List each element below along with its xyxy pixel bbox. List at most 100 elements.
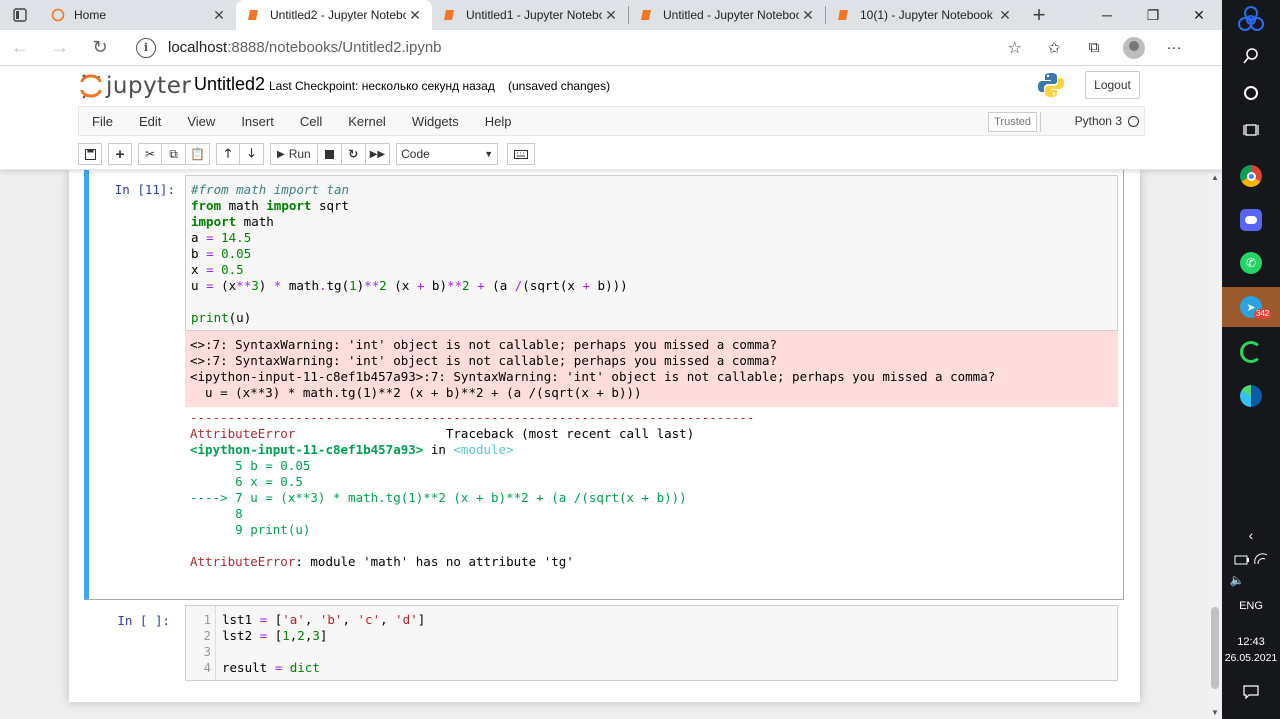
jupyter-favicon-icon	[246, 7, 262, 23]
cortana-icon[interactable]	[1222, 73, 1280, 113]
notifications-icon[interactable]	[1222, 672, 1280, 712]
cut-icon[interactable]: ✂	[138, 143, 162, 165]
move-up-icon[interactable]: 🡑	[216, 143, 240, 165]
more-menu-icon[interactable]: ···	[1154, 30, 1194, 66]
notebook-scroll-area[interactable]: In [11]: #from math import tan from math…	[0, 170, 1208, 719]
tab-close-icon[interactable]: ✕	[996, 7, 1014, 24]
tab-actions-icon[interactable]	[0, 0, 40, 30]
back-icon[interactable]: ←	[0, 30, 40, 66]
restart-icon[interactable]: ↻	[341, 143, 366, 165]
autosave-status: (unsaved changes)	[508, 79, 611, 93]
stderr-line: <ipython-input-11-c8ef1b457a93>:7: Synta…	[190, 369, 996, 384]
restore-icon[interactable]: ❐	[1130, 0, 1176, 30]
interrupt-icon[interactable]	[317, 143, 342, 165]
tab-title: Untitled - Jupyter Noteboo	[663, 8, 799, 22]
edge-icon[interactable]	[1222, 376, 1280, 416]
scroll-up-icon[interactable]: ▲	[1211, 173, 1219, 182]
jupyter-logo[interactable]: jupyter	[80, 73, 191, 99]
tab-10-1[interactable]: 10(1) - Jupyter Notebook ✕	[826, 0, 1022, 30]
reload-icon[interactable]: ↻	[80, 30, 120, 66]
close-window-icon[interactable]: ✕	[1176, 0, 1222, 30]
run-button[interactable]: ▶ Run	[270, 143, 318, 165]
tab-close-icon[interactable]: ✕	[406, 7, 424, 24]
clock-time[interactable]: 12:43	[1222, 636, 1280, 648]
code-line: b = 0.05	[191, 246, 252, 261]
loading-app-icon[interactable]	[1222, 332, 1280, 372]
logo-text: jupyter	[106, 73, 192, 99]
telegram-icon[interactable]: ➤ 342	[1222, 287, 1280, 327]
menu-insert[interactable]: Insert	[228, 106, 287, 136]
menu-widgets[interactable]: Widgets	[399, 106, 472, 136]
paste-icon[interactable]: 📋	[186, 143, 210, 165]
forward-icon[interactable]: →	[40, 30, 80, 66]
telegram-unread-badge: 342	[1254, 309, 1272, 319]
copy-icon[interactable]: ⧉	[162, 143, 186, 165]
move-down-icon[interactable]: 🡓	[240, 143, 264, 165]
favorites-icon[interactable]: ✩	[1034, 30, 1074, 66]
checkpoint-status: Last Checkpoint: несколько секунд назад	[269, 79, 495, 93]
run-icon: ▶	[277, 148, 285, 160]
traceback-output: ----------------------------------------…	[185, 410, 1118, 570]
collections-icon[interactable]: ⧉	[1074, 30, 1114, 66]
discord-icon[interactable]	[1222, 200, 1280, 240]
stderr-line: <>:7: SyntaxWarning: 'int' object is not…	[190, 337, 777, 352]
add-favorite-icon[interactable]: ☆	[1008, 38, 1022, 58]
menu-file[interactable]: File	[79, 106, 126, 136]
code-line: result = dict	[222, 660, 320, 675]
profile-avatar[interactable]	[1114, 30, 1154, 66]
site-info-icon[interactable]: i	[136, 37, 156, 58]
task-view-icon[interactable]	[1222, 110, 1280, 150]
start-biohazard-icon[interactable]	[1222, 0, 1280, 40]
code-editor[interactable]: 1 2 3 4 lst1 = ['a', 'b', 'c', 'd'] lst2…	[185, 605, 1118, 681]
cell-type-select[interactable]: Code ▼	[396, 143, 499, 165]
tab-title: Untitled1 - Jupyter Notebo	[466, 8, 602, 22]
scrollbar-thumb[interactable]	[1211, 607, 1219, 689]
input-language[interactable]: ENG	[1222, 600, 1280, 612]
logout-button[interactable]: Logout	[1085, 71, 1140, 99]
tab-untitled1[interactable]: Untitled1 - Jupyter Notebo ✕	[432, 0, 628, 30]
line-number: 2	[203, 628, 211, 643]
volume-icon[interactable]: 🔈	[1222, 560, 1280, 600]
new-tab-button[interactable]: +	[1022, 0, 1056, 30]
clock-date[interactable]: 26.05.2021	[1222, 652, 1280, 664]
url-host: localhost	[168, 39, 228, 56]
cell-type-value: Code	[401, 147, 430, 161]
code-cell[interactable]: In [ ]: 1 2 3 4 lst1 = ['a', 'b', 'c', '…	[84, 600, 1124, 686]
menu-view[interactable]: View	[174, 106, 228, 136]
tab-close-icon[interactable]: ✕	[602, 7, 620, 24]
python-logo-icon	[1038, 73, 1064, 97]
address-bar-row: ← → ↻ i localhost:8888/notebooks/Untitle…	[0, 30, 1222, 66]
traceback-header-line: AttributeError Traceback (most recent ca…	[190, 426, 695, 441]
menu-kernel[interactable]: Kernel	[335, 106, 399, 136]
jupyter-header: jupyter Untitled2 Last Checkpoint: неско…	[0, 66, 1222, 170]
code-cell-selected[interactable]: In [11]: #from math import tan from math…	[84, 170, 1124, 600]
url-field[interactable]: i localhost:8888/notebooks/Untitled2.ipy…	[130, 32, 1034, 63]
tab-title: 10(1) - Jupyter Notebook	[860, 8, 993, 22]
tab-untitled[interactable]: Untitled - Jupyter Noteboo ✕	[629, 0, 825, 30]
menu-edit[interactable]: Edit	[126, 106, 174, 136]
menu-help[interactable]: Help	[472, 106, 525, 136]
page-scrollbar[interactable]: ▲ ▼	[1208, 170, 1222, 719]
insert-cell-icon[interactable]: +	[108, 143, 132, 165]
line-number-gutter: 1 2 3 4	[186, 606, 216, 680]
tab-home[interactable]: Home ✕	[40, 0, 236, 30]
chrome-icon[interactable]	[1222, 156, 1280, 196]
tab-close-icon[interactable]: ✕	[210, 7, 228, 24]
input-prompt: In [11]:	[114, 182, 175, 197]
notebook-container: In [11]: #from math import tan from math…	[69, 170, 1140, 702]
whatsapp-icon[interactable]: ✆	[1222, 243, 1280, 283]
search-icon[interactable]	[1222, 36, 1280, 76]
kernel-name[interactable]: Python 3	[1075, 114, 1122, 128]
code-editor[interactable]: #from math import tan from math import s…	[185, 175, 1118, 331]
save-icon[interactable]	[78, 143, 102, 165]
minimize-icon[interactable]: ─	[1084, 0, 1130, 30]
restart-run-all-icon[interactable]: ▶▶	[365, 143, 391, 165]
notebook-name[interactable]: Untitled2	[194, 74, 265, 95]
trusted-badge[interactable]: Trusted	[988, 112, 1037, 132]
command-palette-icon[interactable]	[507, 143, 536, 165]
scroll-down-icon[interactable]: ▼	[1211, 708, 1219, 717]
tab-untitled2[interactable]: Untitled2 - Jupyter Notebo ✕	[236, 0, 432, 30]
menu-cell[interactable]: Cell	[287, 106, 335, 136]
window-controls: ─ ❐ ✕	[1084, 0, 1222, 30]
tab-close-icon[interactable]: ✕	[799, 7, 817, 24]
